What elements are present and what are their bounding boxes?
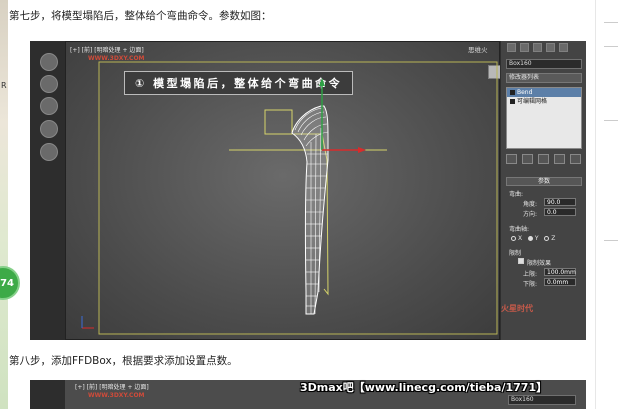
object-name-field[interactable]: Box160 [508,395,576,405]
modifier-stack: Bend 可编辑网格 [506,87,582,149]
step-8-text: 第八步，添加FFDBox，根据要求添加设置点数。 [9,355,238,367]
sidebar-divider [604,22,618,23]
light-bulb-icon[interactable] [510,90,515,95]
display-tab-icon[interactable] [559,43,568,52]
forum-watermark: 3Dmax吧【www.linecg.com/tieba/1771】 [300,381,548,394]
make-unique-icon[interactable] [538,154,549,164]
command-panel: Box160 修改器列表 Bend 可编辑网格 参数 弯曲: 角度: 90.0 [500,41,586,340]
lower-limit-spinner[interactable]: 0.0mm [544,278,576,286]
modify-tab-icon[interactable] [520,43,529,52]
angle-spinner[interactable]: 90.0 [544,198,576,206]
sidebar-divider [604,46,618,47]
bend-axis-group-label: 弯曲轴: [509,226,530,233]
sidebar-divider [604,120,618,121]
panel-tabs [507,43,568,52]
viewport-toolbar [30,380,65,409]
studio-logo: 火星时代 [501,304,533,313]
right-sidebar [595,0,621,409]
topbar-text: 思维火 [468,46,488,54]
upper-limit-spinner[interactable]: 100.0mm [544,268,576,276]
angle-label: 角度: [523,201,538,208]
cloud-button-icon[interactable] [40,97,58,115]
step-7-text: 第七步，将模型塌陷后，整体给个弯曲命令。参数如图： [9,10,272,22]
settings-button-icon[interactable] [40,143,58,161]
bend-gizmo-box [264,109,293,135]
shape-button-icon[interactable] [40,120,58,138]
x-axis-arrow [358,147,366,153]
floating-count-badge[interactable]: 74 [0,266,20,300]
front-viewport[interactable]: [+] [前] [明暗处理 + 边面] WWW.3DXY.COM ① 模型塌陷后… [65,41,503,340]
layers-button-icon[interactable] [40,75,58,93]
pin-stack-icon[interactable] [506,154,517,164]
axis-x-label: X [518,235,523,242]
safe-frame [98,61,498,335]
stack-item-label: 可编辑网格 [517,98,548,105]
article-page: R 74 第七步，将模型塌陷后，整体给个弯曲命令。参数如图： [+] [前] [… [0,0,621,409]
motion-tab-icon[interactable] [546,43,555,52]
stack-item-label: Bend [517,89,533,96]
left-edge-text: R [1,81,7,90]
axis-x-radio[interactable] [511,236,516,241]
cube-button-icon[interactable] [40,53,58,71]
left-background-strip: R [0,0,8,409]
light-bulb-icon[interactable] [510,99,515,104]
axis-y-radio[interactable] [527,236,533,241]
direction-label: 方向: [523,211,538,218]
stack-toolbar [506,154,581,164]
parameters-rollout-title[interactable]: 参数 [506,177,582,186]
configure-sets-icon[interactable] [570,154,581,164]
axis-z-radio[interactable] [544,236,550,241]
stack-item-bend[interactable]: Bend [507,88,581,97]
show-end-result-icon[interactable] [522,154,533,164]
y-axis-arrow [319,78,325,86]
create-tab-icon[interactable] [507,43,516,52]
limit-effect-label: 限制效果 [527,260,552,267]
sidebar-divider [604,240,618,241]
axis-z-label: Z [551,235,556,242]
viewport-toolbar [30,41,65,340]
site-watermark-small: WWW.3DXY.COM [88,392,145,399]
modifier-list-dropdown[interactable]: 修改器列表 [506,73,582,83]
viewport-label[interactable]: [+] [前] [明暗处理 + 边面] [75,382,149,391]
direction-spinner[interactable]: 0.0 [544,208,576,216]
hierarchy-tab-icon[interactable] [533,43,542,52]
axis-radio-group: X Y Z [511,235,555,242]
bend-group-label: 弯曲: [509,191,524,198]
upper-limit-label: 上限: [523,271,538,278]
object-name-field[interactable]: Box160 [506,59,582,69]
stack-item-editable-mesh[interactable]: 可编辑网格 [507,97,581,106]
axis-y-label: Y [534,235,539,242]
limits-group-label: 限制 [509,250,522,257]
limit-effect-checkbox[interactable] [518,258,524,264]
lower-limit-label: 下限: [523,281,538,288]
remove-modifier-icon[interactable] [554,154,565,164]
bent-mesh-drawing [81,61,498,335]
screenshot-step7: [+] [前] [明暗处理 + 边面] WWW.3DXY.COM ① 模型塌陷后… [30,41,586,340]
